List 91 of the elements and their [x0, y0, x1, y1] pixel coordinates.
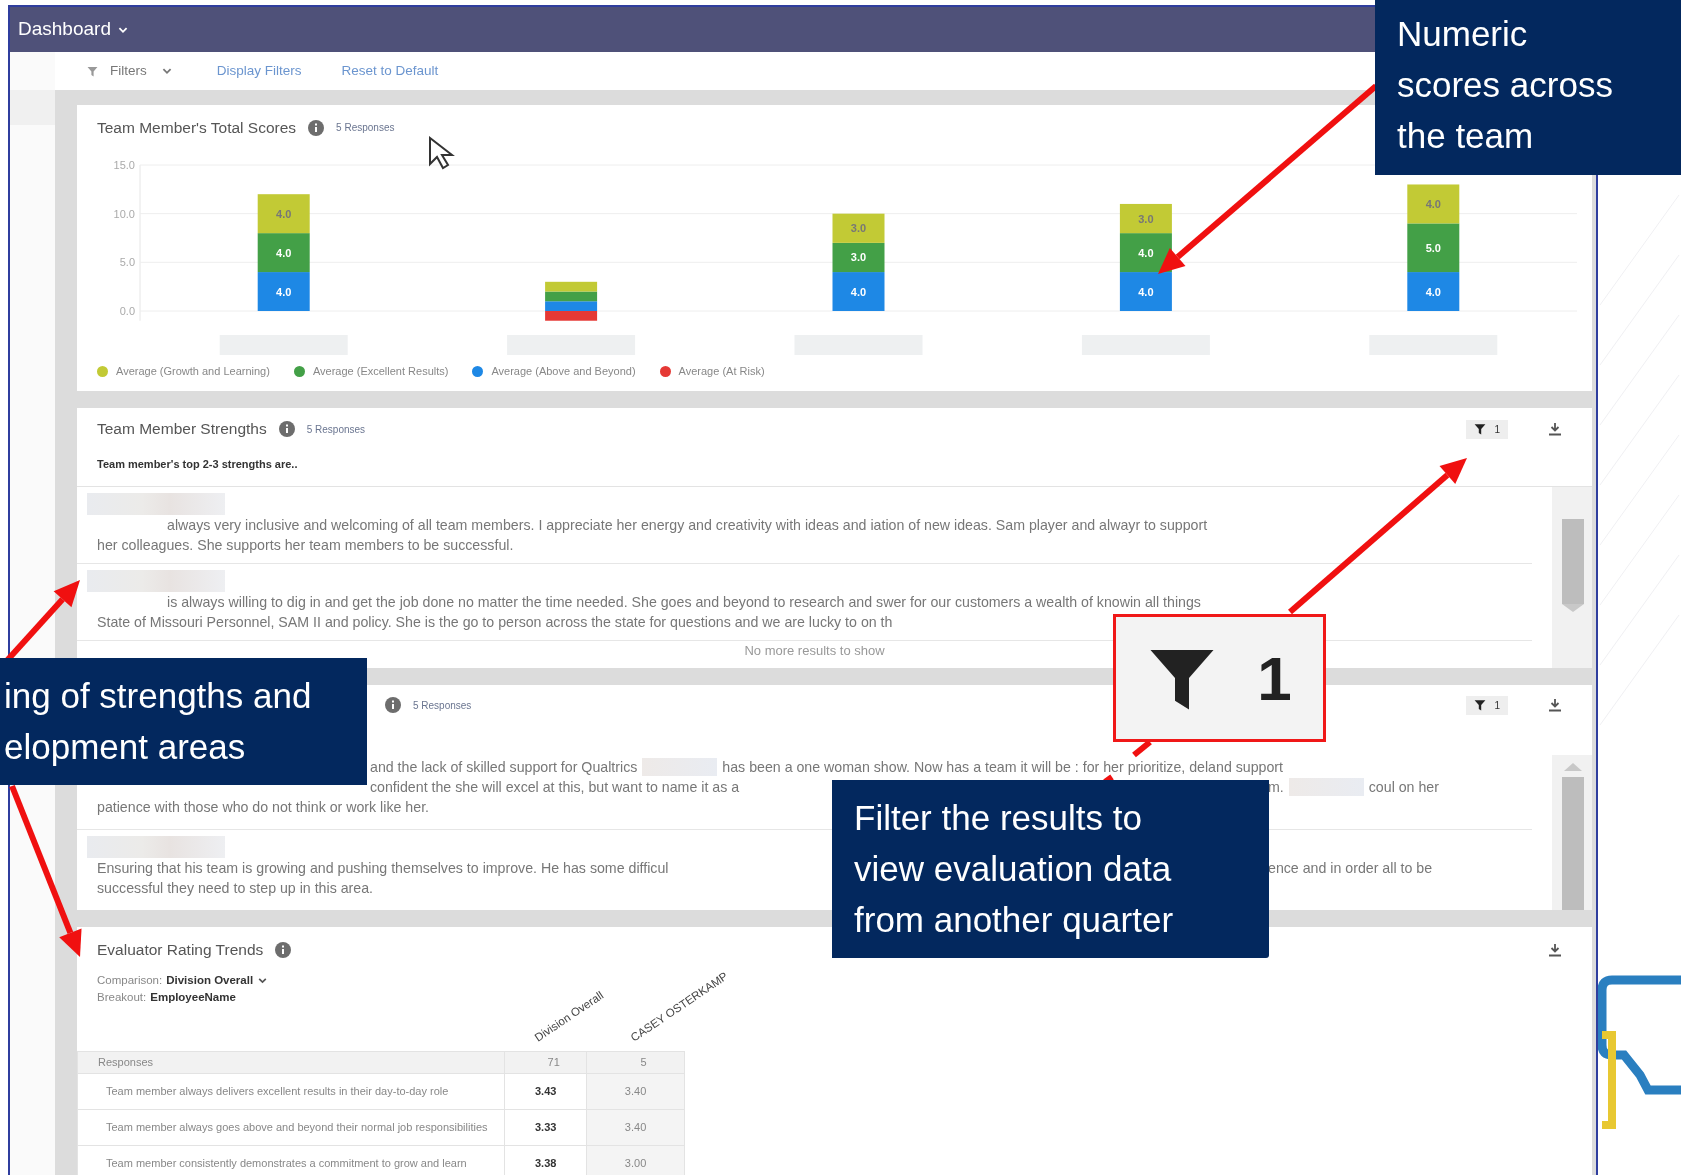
bar	[832, 242, 885, 273]
funnel-icon	[1474, 699, 1487, 711]
data-label: 4.0	[1425, 197, 1441, 210]
legend-label: Average (Excellent Results)	[312, 364, 449, 379]
filter-button[interactable]: 1	[1466, 419, 1508, 439]
funnel-icon	[1474, 423, 1487, 435]
response-text: is always willing to dig in and get the job done no matter the time needed. She goes and beyond to research and swer for our customers a wealth of knowin all things	[167, 593, 1201, 612]
panel-title: Team Member Strengths	[97, 419, 267, 440]
bar	[1119, 233, 1172, 273]
axis-label: 15.0	[113, 159, 135, 171]
data-label: 4.0	[276, 246, 292, 259]
bar	[1407, 184, 1460, 224]
comparison-label: Comparison:	[97, 973, 163, 988]
scrollbar[interactable]	[1552, 487, 1592, 668]
table-cell: Responses	[77, 1051, 505, 1073]
response-text: always very inclusive and welcoming of all team members. I appreciate her energy and creativity with ideas and iation of new ideas. Sam player and alwayr to support	[167, 516, 1208, 535]
callout-text: ing of strengths and elopment areas	[0, 658, 367, 785]
comparison-dropdown[interactable]: Division Overall	[166, 972, 254, 990]
filter-count: 1	[1257, 642, 1292, 715]
table-cell: 3.43	[504, 1073, 587, 1109]
table-cell: 3.33	[504, 1109, 587, 1145]
filter-button[interactable]: 1	[1466, 695, 1508, 715]
data-label: 3.0	[850, 222, 867, 235]
data-label: 4.0	[1138, 246, 1154, 259]
download-icon[interactable]	[1548, 942, 1562, 957]
breakout-label: Breakout:	[97, 990, 147, 1006]
table-cell: 3.40	[586, 1109, 685, 1145]
response-text: ence and in order all to be	[1268, 859, 1433, 878]
response-text: patience with those who do not think or work like her.	[97, 798, 429, 817]
response-text: m.	[1268, 778, 1284, 797]
data-label: 4.0	[276, 207, 292, 220]
response-text: has been a one woman show. Now has a team it will be : for her prioritize, deland support	[722, 758, 1284, 777]
data-label: 4.0	[1138, 285, 1154, 298]
bar	[257, 272, 310, 311]
info-icon[interactable]	[278, 421, 295, 437]
end-note: No more results to show	[743, 642, 886, 660]
scrollbar[interactable]	[1552, 755, 1592, 910]
responses-count: 5 Responses	[413, 698, 472, 713]
bar	[1119, 203, 1172, 234]
download-icon[interactable]	[1548, 422, 1562, 436]
info-icon[interactable]	[385, 697, 401, 713]
bar	[1407, 223, 1460, 273]
panel-title: Team Member's Total Scores	[97, 117, 297, 138]
response-text: successful they need to step up in this area.	[97, 879, 374, 898]
breakout-value: EmployeeName	[150, 990, 236, 1006]
data-label: 3.0	[850, 251, 867, 264]
bar	[1119, 272, 1172, 311]
data-label: 4.0	[1425, 285, 1441, 298]
response-text: State of Missouri Personnel, SAM II and policy. She is the go to person across the state for questions and we are lucky to on th	[97, 613, 893, 632]
filters-dropdown[interactable]: Filters	[106, 60, 177, 82]
axis-label: 0.0	[119, 305, 135, 317]
info-icon[interactable]	[308, 119, 325, 136]
dashboard-title[interactable]: Dashboard	[18, 15, 111, 44]
bar	[545, 311, 598, 321]
bar	[257, 194, 310, 234]
axis-label: 5.0	[119, 256, 135, 269]
bar	[257, 233, 310, 273]
response-text: her colleagues. She supports her team members to be successful.	[97, 536, 514, 555]
axis-label: 10.0	[113, 207, 135, 220]
legend-label: Average (At Risk)	[678, 364, 765, 379]
table-cell: 3.40	[586, 1073, 685, 1109]
table-cell: 71	[504, 1051, 587, 1073]
table-cell: 5	[586, 1051, 685, 1073]
callout-text: Filter the results to view evaluation data from another quarter	[832, 780, 1269, 958]
legend-label: Average (Above and Beyond)	[491, 364, 636, 379]
legend-label: Average (Growth and Learning)	[116, 364, 270, 379]
download-icon[interactable]	[1548, 698, 1562, 712]
response-text: confident the she will excel at this, but want to name it as a	[370, 778, 740, 797]
response-text: and the lack of skilled support for Qualtrics	[370, 758, 638, 777]
response-text: Ensuring that his team is growing and pushing themselves to improve. He has some difficul	[97, 859, 669, 878]
bar	[1407, 272, 1460, 311]
responses-count: 5 Responses	[306, 422, 366, 437]
response-text: coul on her	[1368, 778, 1439, 797]
data-label: 3.0	[1138, 212, 1154, 225]
callout-text: Numeric scores across the team	[1375, 0, 1681, 175]
bar	[545, 291, 598, 302]
table-cell: Team member consistently demonstrates a commitment to grow and learn	[77, 1145, 505, 1175]
table-cell: 3.00	[586, 1145, 685, 1175]
funnel-icon	[87, 65, 98, 77]
table-cell: Team member always delivers excellent results in their day-to-day role	[77, 1073, 505, 1109]
data-label: 4.0	[276, 285, 292, 298]
bar	[545, 301, 598, 311]
bar	[832, 272, 885, 311]
responses-count: 5 Responses	[336, 121, 395, 135]
data-label: 5.0	[1425, 241, 1441, 254]
panel-title: Evaluator Rating Trends	[97, 939, 264, 960]
bar	[545, 281, 598, 292]
info-icon[interactable]	[275, 941, 292, 958]
bar	[832, 213, 885, 243]
data-label: 4.0	[850, 285, 867, 298]
table-cell: Team member always goes above and beyond their normal job responsibilities	[77, 1109, 505, 1145]
